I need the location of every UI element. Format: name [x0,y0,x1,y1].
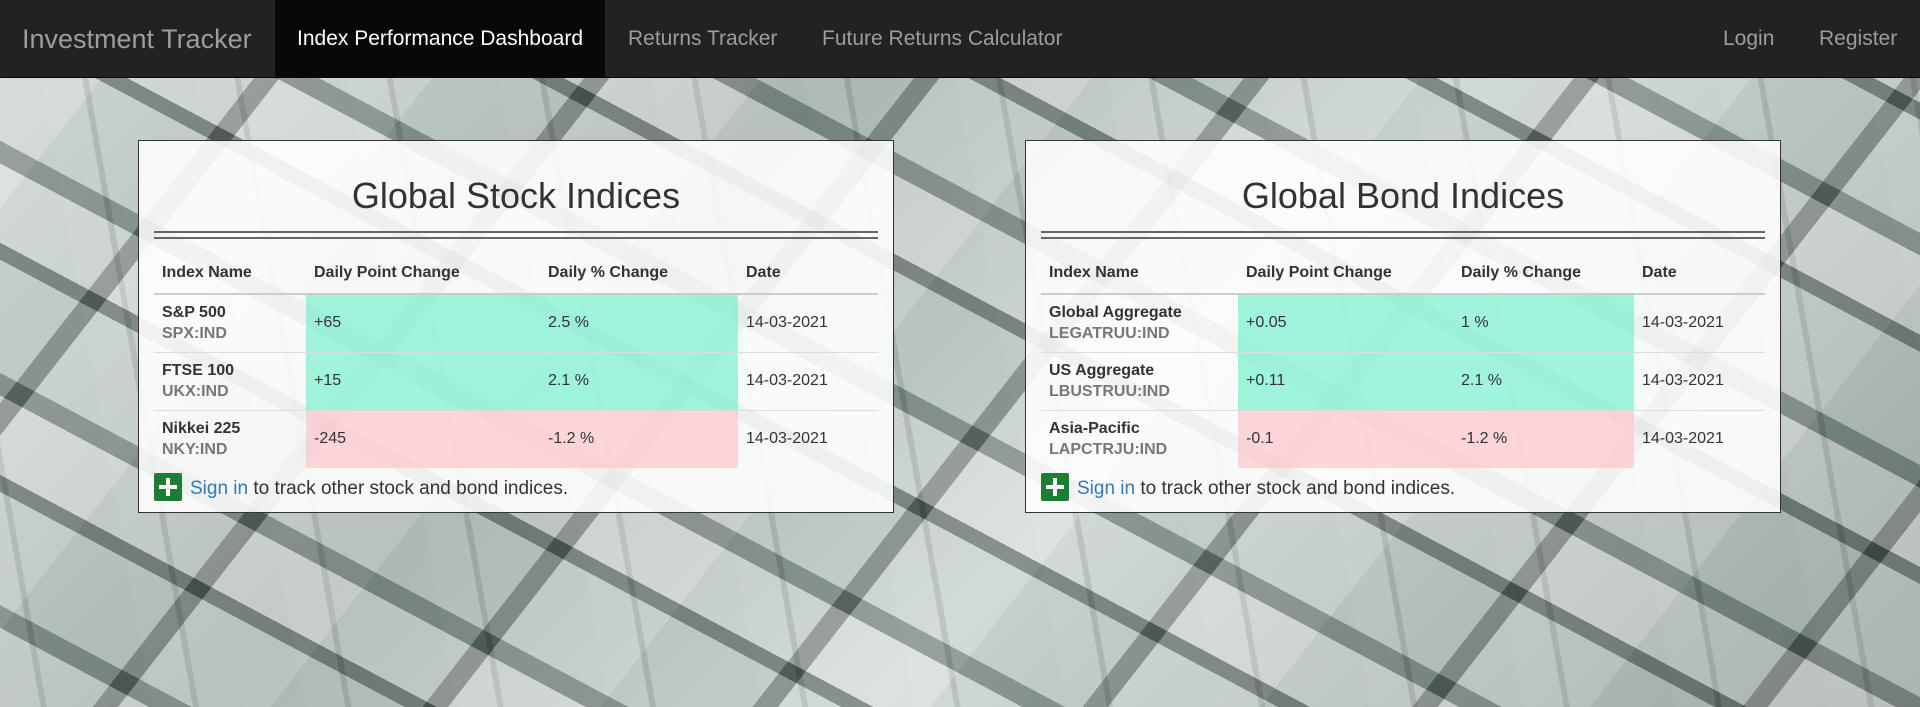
point-change-cell: +0.11 [1238,351,1453,410]
pct-change-cell: 2.5 % [540,293,738,352]
date-cell: 14-03-2021 [1634,351,1765,410]
table-row: S&P 500 SPX:IND +65 2.5 % 14-03-2021 [154,293,878,352]
index-name-cell: Asia-Pacific LAPCTRJU:IND [1041,409,1238,468]
column-header: Daily % Change [540,253,738,295]
sign-in-prompt-text: to track other stock and bond indices. [248,478,569,499]
title-divider [154,231,878,239]
index-name: FTSE 100 [162,361,235,379]
table-row: Nikkei 225 NKY:IND -245 -1.2 % 14-03-202… [154,409,878,468]
table-row: FTSE 100 UKX:IND +15 2.1 % 14-03-2021 [154,351,878,410]
column-header: Daily Point Change [1238,253,1453,295]
bond-indices-panel: Global Bond Indices Index Name Daily Poi… [1025,140,1781,513]
index-ticker: LBUSTRUU:IND [1049,382,1170,400]
index-name: Global Aggregate [1049,303,1182,321]
index-name-cell: FTSE 100 UKX:IND [154,351,306,410]
nav-register[interactable]: Register [1797,0,1919,77]
panel-title: Global Stock Indices [351,175,681,216]
date-cell: 14-03-2021 [1634,293,1765,352]
plus-icon[interactable] [1041,472,1069,501]
nav-index-performance-dashboard[interactable]: Index Performance Dashboard [275,0,605,77]
index-name: Asia-Pacific [1049,419,1140,437]
index-ticker: LAPCTRJU:IND [1049,440,1168,458]
point-change-cell: -0.1 [1238,409,1453,468]
sign-in-prompt-text: to track other stock and bond indices. [1135,478,1456,499]
point-change-cell: -245 [306,409,540,468]
column-header: Index Name [154,253,306,295]
point-change-cell: +15 [306,351,540,410]
date-cell: 14-03-2021 [1634,409,1765,468]
top-navbar: Investment Tracker Index Performance Das… [0,0,1920,78]
plus-icon[interactable] [154,472,182,501]
column-header: Daily % Change [1453,253,1634,295]
nav-future-returns-calculator[interactable]: Future Returns Calculator [800,0,1084,77]
column-header: Date [738,253,878,295]
date-cell: 14-03-2021 [738,293,878,352]
pct-change-cell: -1.2 % [540,409,738,468]
table-row: US Aggregate LBUSTRUU:IND +0.11 2.1 % 14… [1041,351,1765,410]
sign-in-prompt: Sign in to track other stock and bond in… [154,472,569,504]
index-ticker: LEGATRUU:IND [1049,324,1170,342]
bond-indices-table: Index Name Daily Point Change Daily % Ch… [1041,253,1765,468]
index-ticker: SPX:IND [162,324,227,342]
column-header: Index Name [1041,253,1238,295]
index-name: S&P 500 [162,303,226,321]
nav-returns-tracker[interactable]: Returns Tracker [606,0,799,77]
index-ticker: UKX:IND [162,382,229,400]
date-cell: 14-03-2021 [738,351,878,410]
index-name-cell: US Aggregate LBUSTRUU:IND [1041,351,1238,410]
point-change-cell: +0.05 [1238,293,1453,352]
index-name-cell: S&P 500 SPX:IND [154,293,306,352]
sign-in-prompt: Sign in to track other stock and bond in… [1041,472,1456,504]
index-ticker: NKY:IND [162,440,228,458]
table-row: Global Aggregate LEGATRUU:IND +0.05 1 % … [1041,293,1765,352]
nav-login[interactable]: Login [1701,0,1796,77]
point-change-cell: +65 [306,293,540,352]
sign-in-link[interactable]: Sign in [190,478,248,499]
stock-indices-table: Index Name Daily Point Change Daily % Ch… [154,253,878,468]
column-header: Date [1634,253,1765,295]
index-name-cell: Global Aggregate LEGATRUU:IND [1041,293,1238,352]
pct-change-cell: 2.1 % [540,351,738,410]
column-header: Daily Point Change [306,253,540,295]
index-name-cell: Nikkei 225 NKY:IND [154,409,306,468]
date-cell: 14-03-2021 [738,409,878,468]
sign-in-link[interactable]: Sign in [1077,478,1135,499]
table-header-row: Index Name Daily Point Change Daily % Ch… [1041,253,1765,295]
index-name: US Aggregate [1049,361,1155,379]
index-name: Nikkei 225 [162,419,241,437]
brand-link[interactable]: Investment Tracker [22,0,252,78]
pct-change-cell: -1.2 % [1453,409,1634,468]
panel-title: Global Bond Indices [1241,175,1565,216]
table-row: Asia-Pacific LAPCTRJU:IND -0.1 -1.2 % 14… [1041,409,1765,468]
table-header-row: Index Name Daily Point Change Daily % Ch… [154,253,878,295]
title-divider [1041,231,1765,239]
stock-indices-panel: Global Stock Indices Index Name Daily Po… [138,140,894,513]
pct-change-cell: 2.1 % [1453,351,1634,410]
pct-change-cell: 1 % [1453,293,1634,352]
